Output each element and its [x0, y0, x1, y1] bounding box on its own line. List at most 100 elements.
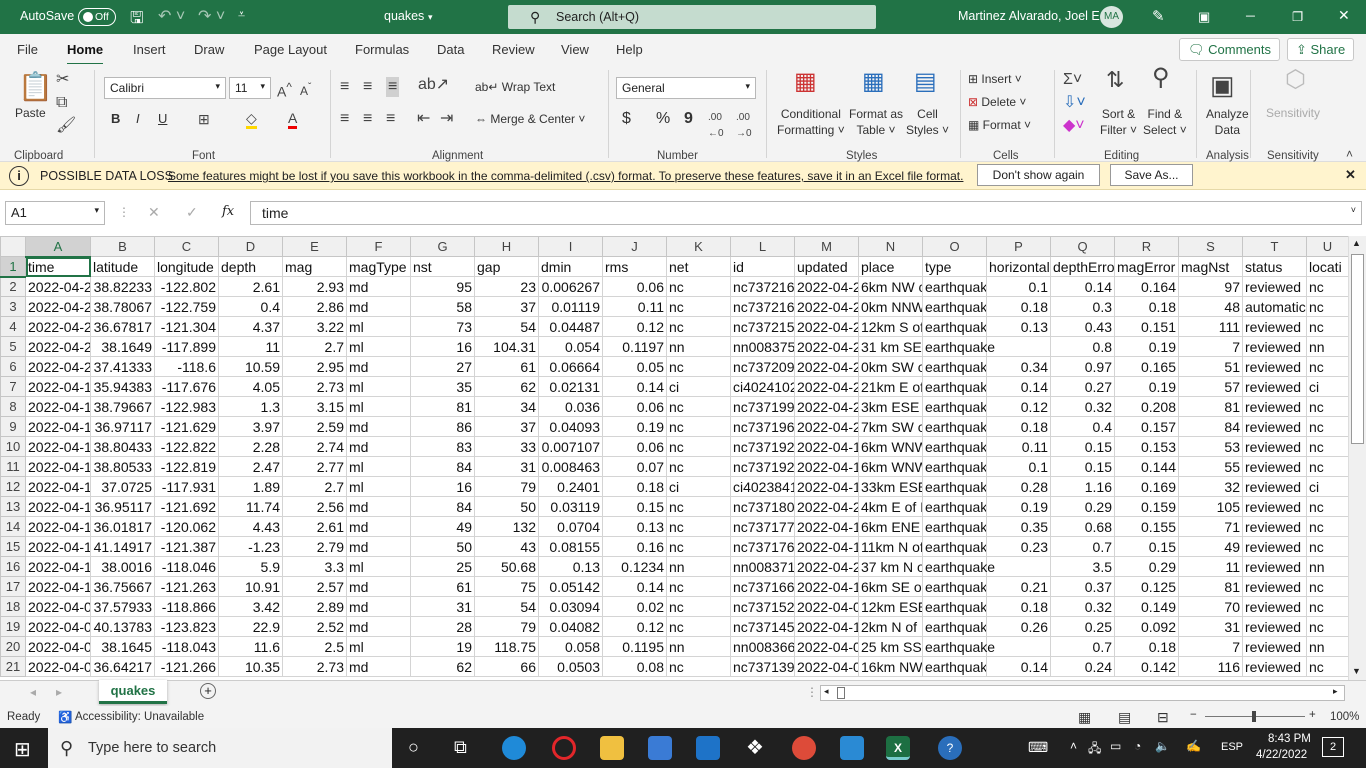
cell-H14[interactable]: 132	[474, 516, 539, 537]
cell-Q2[interactable]: 0.14	[1050, 276, 1115, 297]
cell-C15[interactable]: -121.387	[154, 536, 219, 557]
select-all-corner[interactable]	[0, 236, 26, 257]
cell-M8[interactable]: 2022-04-2	[794, 396, 859, 417]
cell-Q16[interactable]: 3.5	[1050, 556, 1115, 577]
cell-U13[interactable]: nc	[1306, 496, 1348, 517]
font-color-icon[interactable]: A	[288, 110, 298, 129]
column-header-G[interactable]: G	[410, 236, 475, 257]
cell-N18[interactable]: 12km ESE	[858, 596, 923, 617]
cell-R13[interactable]: 0.159	[1114, 496, 1179, 517]
cell-C4[interactable]: -121.304	[154, 316, 219, 337]
cell-F19[interactable]: md	[346, 616, 411, 637]
cell-J20[interactable]: 0.1195	[602, 636, 667, 657]
excel-taskbar-icon[interactable]: X	[886, 736, 910, 760]
close-icon[interactable]: ✕	[1338, 7, 1350, 24]
cell-Q5[interactable]: 0.8	[1050, 336, 1115, 357]
cell-T15[interactable]: reviewed	[1242, 536, 1307, 557]
cell-L2[interactable]: nc7372167	[730, 276, 795, 297]
row-header[interactable]: 9	[0, 416, 26, 437]
cell-B20[interactable]: 38.1645	[90, 636, 155, 657]
cell-E5[interactable]: 2.7	[282, 336, 347, 357]
cell-O1[interactable]: type	[922, 256, 987, 277]
cell-N10[interactable]: 6km WNW	[858, 436, 923, 457]
cell-L9[interactable]: nc7371960	[730, 416, 795, 437]
bottom-align-icon[interactable]: ≡	[386, 77, 400, 97]
zoom-out-icon[interactable]: −	[1190, 709, 1197, 721]
column-header-E[interactable]: E	[282, 236, 347, 257]
cell-U7[interactable]: ci	[1306, 376, 1348, 397]
cell-P15[interactable]: 0.23	[986, 536, 1051, 557]
row-header[interactable]: 2	[0, 276, 26, 297]
column-header-Q[interactable]: Q	[1050, 236, 1115, 257]
cell-O5[interactable]: earthquake	[922, 336, 995, 357]
cell-F7[interactable]: ml	[346, 376, 411, 397]
cell-F3[interactable]: md	[346, 296, 411, 317]
cell-E4[interactable]: 3.22	[282, 316, 347, 337]
cell-S7[interactable]: 57	[1178, 376, 1243, 397]
row-header[interactable]: 20	[0, 636, 26, 657]
cell-M13[interactable]: 2022-04-2	[794, 496, 859, 517]
cell-O7[interactable]: earthquak	[922, 376, 987, 397]
cell-Q4[interactable]: 0.43	[1050, 316, 1115, 337]
restore-icon[interactable]: ❐	[1292, 9, 1303, 24]
pen-icon[interactable]: ✎	[1152, 7, 1165, 25]
sort-filter-icon[interactable]: ⇅	[1106, 69, 1124, 91]
tab-data[interactable]: Data	[437, 42, 464, 57]
cell-M21[interactable]: 2022-04-0	[794, 656, 859, 677]
accessibility-icon[interactable]: ♿	[58, 710, 72, 724]
column-header-S[interactable]: S	[1178, 236, 1243, 257]
cell-H11[interactable]: 31	[474, 456, 539, 477]
cell-F4[interactable]: ml	[346, 316, 411, 337]
cell-R3[interactable]: 0.18	[1114, 296, 1179, 317]
cell-D21[interactable]: 10.35	[218, 656, 283, 677]
row-header[interactable]: 10	[0, 436, 26, 457]
cell-C11[interactable]: -122.819	[154, 456, 219, 477]
cell-M4[interactable]: 2022-04-2	[794, 316, 859, 337]
format-as-table-icon[interactable]: ▦	[862, 70, 885, 94]
cell-B12[interactable]: 37.0725	[90, 476, 155, 497]
cell-L12[interactable]: ci40238416	[730, 476, 795, 497]
cell-R11[interactable]: 0.144	[1114, 456, 1179, 477]
cell-M11[interactable]: 2022-04-1	[794, 456, 859, 477]
cell-H12[interactable]: 79	[474, 476, 539, 497]
row-header[interactable]: 4	[0, 316, 26, 337]
cell-K8[interactable]: nc	[666, 396, 731, 417]
cell-L4[interactable]: nc7372157	[730, 316, 795, 337]
cell-F20[interactable]: ml	[346, 636, 411, 657]
cell-B9[interactable]: 36.97117	[90, 416, 155, 437]
mail-icon[interactable]	[696, 736, 720, 760]
cell-N2[interactable]: 6km NW c	[858, 276, 923, 297]
row-header[interactable]: 16	[0, 556, 26, 577]
cell-S3[interactable]: 48	[1178, 296, 1243, 317]
column-header-J[interactable]: J	[602, 236, 667, 257]
insert-cells-button[interactable]: ⊞ Insert ˅	[968, 72, 1022, 86]
cell-S4[interactable]: 111	[1178, 316, 1243, 337]
cell-B3[interactable]: 38.78067	[90, 296, 155, 317]
conditional-formatting-icon[interactable]: ▦	[794, 70, 817, 94]
cell-Q21[interactable]: 0.24	[1050, 656, 1115, 677]
cell-G12[interactable]: 16	[410, 476, 475, 497]
cell-E11[interactable]: 2.77	[282, 456, 347, 477]
cell-G6[interactable]: 27	[410, 356, 475, 377]
page-layout-view-icon[interactable]: ▤	[1118, 709, 1131, 726]
search-box[interactable]: ⚲ Search (Alt+Q)	[508, 5, 876, 29]
vertical-scrollbar[interactable]: ▲ ▼	[1348, 236, 1366, 680]
cell-A5[interactable]: 2022-04-2	[25, 336, 91, 357]
tab-formulas[interactable]: Formulas	[355, 42, 409, 57]
cell-N5[interactable]: 31 km SE c	[858, 336, 923, 357]
cell-A20[interactable]: 2022-04-04	[25, 636, 91, 657]
cell-K10[interactable]: nc	[666, 436, 731, 457]
increase-decimal-icon[interactable]: .00 ←0	[708, 110, 724, 142]
cell-D3[interactable]: 0.4	[218, 296, 283, 317]
column-header-K[interactable]: K	[666, 236, 731, 257]
cell-E3[interactable]: 2.86	[282, 296, 347, 317]
cell-A17[interactable]: 2022-04-10	[25, 576, 91, 597]
cell-G10[interactable]: 83	[410, 436, 475, 457]
cell-I14[interactable]: 0.0704	[538, 516, 603, 537]
cell-G18[interactable]: 31	[410, 596, 475, 617]
cell-Q14[interactable]: 0.68	[1050, 516, 1115, 537]
cell-C17[interactable]: -121.263	[154, 576, 219, 597]
cell-O18[interactable]: earthquak	[922, 596, 987, 617]
cell-G4[interactable]: 73	[410, 316, 475, 337]
cell-H4[interactable]: 54	[474, 316, 539, 337]
